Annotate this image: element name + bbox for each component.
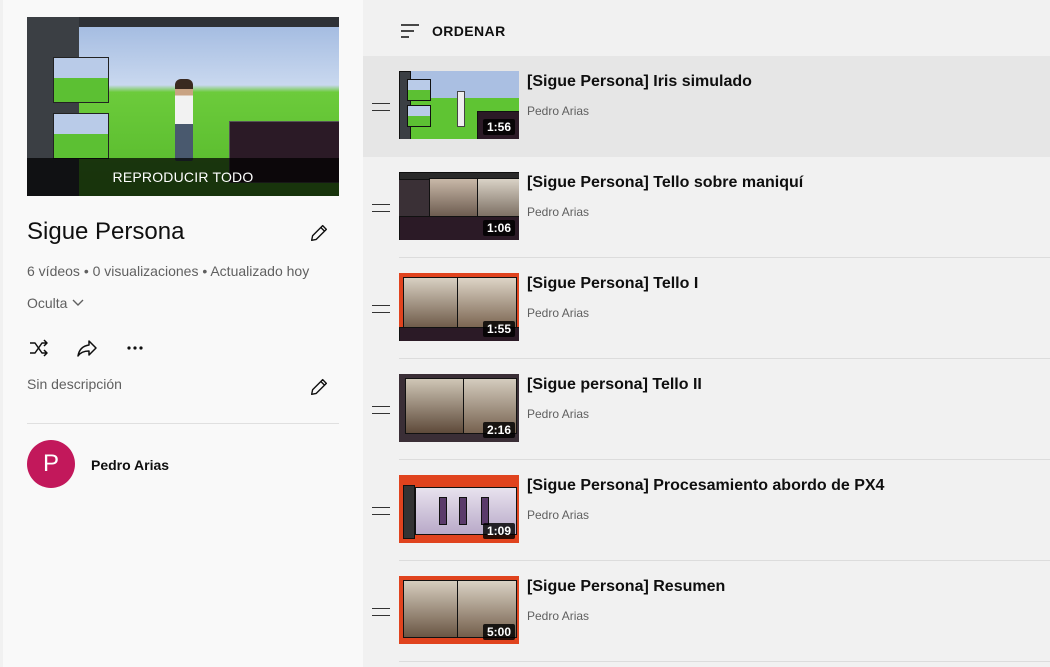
video-title[interactable]: [Sigue Persona] Tello I	[527, 275, 698, 293]
duration-badge: 1:09	[482, 523, 515, 539]
shuffle-icon[interactable]	[27, 336, 51, 360]
owner-name[interactable]: Pedro Arias	[91, 457, 169, 473]
video-title[interactable]: [Sigue Persona] Tello sobre maniquí	[527, 174, 803, 192]
play-all-button[interactable]: REPRODUCIR TODO	[27, 158, 339, 196]
drag-handle-icon[interactable]	[372, 406, 390, 414]
video-thumbnail[interactable]: 5:00	[399, 576, 519, 644]
list-item[interactable]: 1:56 [Sigue Persona] Iris simulado Pedro…	[363, 56, 1050, 157]
drag-handle-icon[interactable]	[372, 103, 390, 111]
drag-handle-icon[interactable]	[372, 608, 390, 616]
video-thumbnail[interactable]: 2:16	[399, 374, 519, 442]
drag-handle-icon[interactable]	[372, 305, 390, 313]
video-list: 1:56 [Sigue Persona] Iris simulado Pedro…	[363, 56, 1050, 662]
video-thumbnail[interactable]: 1:55	[399, 273, 519, 341]
video-thumbnail[interactable]: 1:06	[399, 172, 519, 240]
playlist-actions	[27, 336, 147, 360]
drag-handle-icon[interactable]	[372, 507, 390, 515]
list-item[interactable]: 2:16 [Sigue persona] Tello II Pedro Aria…	[363, 359, 1050, 460]
drag-handle-icon[interactable]	[372, 204, 390, 212]
playlist-description: Sin descripción	[27, 376, 122, 392]
sort-button[interactable]: ORDENAR	[400, 22, 506, 40]
list-item[interactable]: 1:55 [Sigue Persona] Tello I Pedro Arias	[363, 258, 1050, 359]
playlist-sidebar: REPRODUCIR TODO Sigue Persona 6 vídeos •…	[3, 0, 363, 667]
privacy-label: Oculta	[27, 295, 68, 311]
video-title[interactable]: [Sigue Persona] Procesamiento abordo de …	[527, 477, 884, 495]
sort-lines-icon	[401, 24, 419, 38]
video-thumbnail[interactable]: 1:56	[399, 71, 519, 139]
duration-badge: 1:55	[482, 321, 515, 337]
edit-title-pencil-icon[interactable]	[308, 222, 330, 244]
video-channel[interactable]: Pedro Arias	[527, 104, 589, 118]
chevron-down-icon	[72, 299, 84, 306]
duration-badge: 2:16	[482, 422, 515, 438]
playlist-stats: 6 vídeos • 0 visualizaciones • Actualiza…	[27, 263, 310, 279]
video-channel[interactable]: Pedro Arias	[527, 306, 589, 320]
list-item[interactable]: 5:00 [Sigue Persona] Resumen Pedro Arias	[363, 561, 1050, 662]
video-channel[interactable]: Pedro Arias	[527, 609, 589, 623]
video-title[interactable]: [Sigue Persona] Resumen	[527, 578, 725, 596]
divider	[27, 423, 339, 424]
duration-badge: 1:06	[482, 220, 515, 236]
duration-badge: 1:56	[482, 119, 515, 135]
share-icon[interactable]	[75, 336, 99, 360]
more-icon[interactable]	[123, 336, 147, 360]
duration-badge: 5:00	[482, 624, 515, 640]
list-item[interactable]: 1:09 [Sigue Persona] Procesamiento abord…	[363, 460, 1050, 561]
video-thumbnail[interactable]: 1:09	[399, 475, 519, 543]
video-channel[interactable]: Pedro Arias	[527, 205, 589, 219]
playlist-title: Sigue Persona	[27, 218, 185, 245]
video-title[interactable]: [Sigue persona] Tello II	[527, 376, 702, 394]
owner-avatar[interactable]: P	[27, 440, 75, 488]
playlist-thumbnail[interactable]: REPRODUCIR TODO	[27, 17, 339, 196]
list-item[interactable]: 1:06 [Sigue Persona] Tello sobre maniquí…	[363, 157, 1050, 258]
video-title[interactable]: [Sigue Persona] Iris simulado	[527, 73, 752, 91]
video-channel[interactable]: Pedro Arias	[527, 508, 589, 522]
video-channel[interactable]: Pedro Arias	[527, 407, 589, 421]
sort-label: ORDENAR	[432, 23, 506, 39]
privacy-dropdown[interactable]: Oculta	[27, 295, 85, 311]
edit-description-pencil-icon[interactable]	[308, 376, 330, 398]
